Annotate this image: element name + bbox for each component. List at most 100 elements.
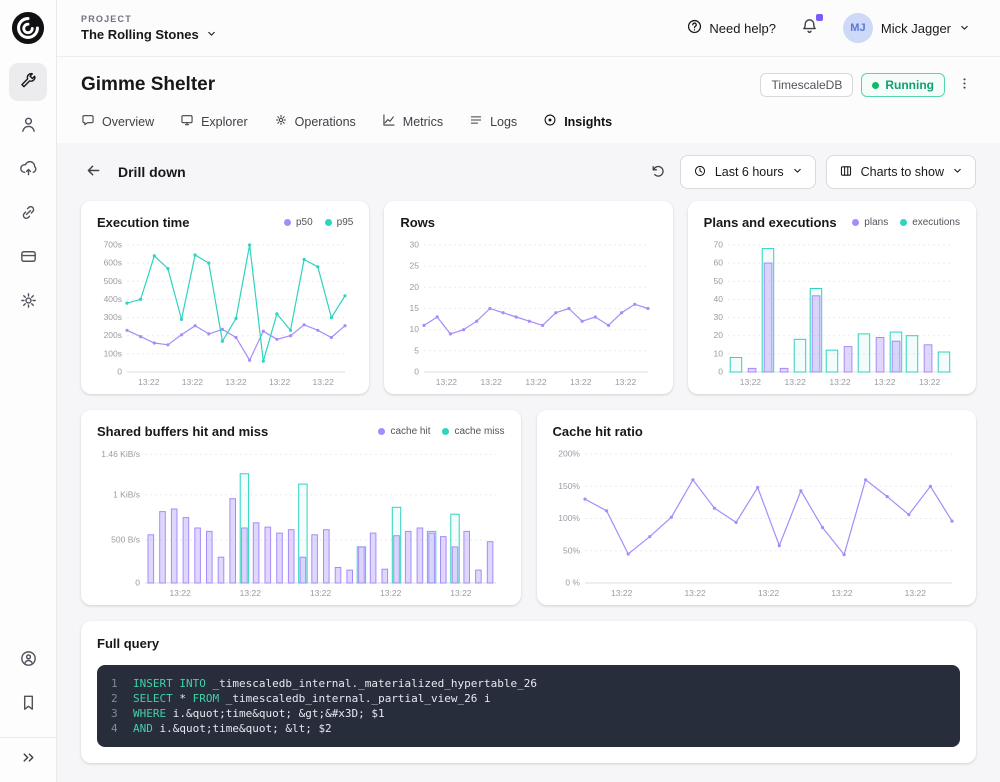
need-help-label: Need help? (709, 20, 776, 36)
svg-text:13:22: 13:22 (182, 377, 204, 387)
svg-text:13:22: 13:22 (313, 377, 335, 387)
line-chart-icon (382, 113, 396, 130)
sidebar-item-integrations[interactable] (9, 195, 47, 233)
svg-text:50: 50 (713, 276, 723, 286)
svg-text:100%: 100% (558, 513, 580, 523)
link-icon (19, 203, 38, 225)
code-line: 2 SELECT * FROM _timescaledb_internal._pa… (111, 692, 491, 705)
need-help-button[interactable]: Need help? (680, 17, 782, 39)
sidebar-item-support[interactable] (9, 641, 47, 679)
sidebar-item-bookmarks[interactable] (9, 685, 47, 723)
plans-executions-card: Plans and executions plans executions 70… (687, 201, 976, 394)
legend: cache hit cache miss (378, 424, 505, 437)
legend-item-plans[interactable]: plans (852, 217, 888, 228)
status-badge: Running (861, 73, 945, 97)
service-tabs: Overview Explorer Operations Metrics Log… (81, 113, 976, 143)
svg-text:400s: 400s (104, 294, 122, 304)
svg-text:13:22: 13:22 (481, 377, 503, 387)
service-menu-button[interactable] (953, 72, 976, 98)
user-menu[interactable]: MJ Mick Jagger (837, 12, 976, 44)
app-root: PROJECT The Rolling Stones Need help? MJ… (0, 0, 1000, 782)
chart-title: Rows (400, 215, 435, 230)
svg-text:13:22: 13:22 (611, 588, 633, 598)
svg-text:13:22: 13:22 (269, 377, 291, 387)
svg-text:500 B/s: 500 B/s (111, 535, 140, 545)
svg-text:0: 0 (415, 367, 420, 377)
tab-explorer[interactable]: Explorer (180, 113, 248, 130)
charts-to-show-select[interactable]: Charts to show (825, 155, 976, 189)
sidebar-divider (0, 737, 56, 782)
timescale-logo[interactable] (11, 11, 45, 45)
tab-overview[interactable]: Overview (81, 113, 154, 130)
svg-text:30: 30 (410, 240, 420, 250)
chevron-down-icon (959, 21, 970, 36)
timescale-logo-icon (11, 11, 45, 45)
shared-buffers-card: Shared buffers hit and miss cache hit ca… (81, 410, 521, 605)
full-query-card: Full query 1 INSERT INTO _timescaledb_int… (81, 621, 976, 763)
legend-item-cache-hit[interactable]: cache hit (378, 426, 430, 437)
svg-text:70: 70 (713, 240, 723, 250)
sidebar-expand-button[interactable] (16, 745, 41, 773)
time-range-select[interactable]: Last 6 hours (679, 155, 816, 189)
sidebar-item-settings[interactable] (9, 283, 47, 321)
kebab-icon (957, 78, 972, 94)
svg-text:13:22: 13:22 (919, 377, 941, 387)
svg-text:13:22: 13:22 (829, 377, 851, 387)
svg-text:13:22: 13:22 (684, 588, 706, 598)
code-line: 3 WHERE i.&quot;time&quot; &gt;&#x3D; $1 (111, 707, 385, 720)
notifications-button[interactable] (798, 14, 823, 41)
legend-item-p95[interactable]: p95 (324, 217, 353, 228)
execution-time-chart: 700s 600s 500s 400s 300s 200s 100s 0 13:22 13:22 1… (104, 240, 347, 387)
charts-row-1: Execution time p50 p95 700s 600s 500s 40… (81, 201, 976, 394)
legend-dot (378, 428, 386, 435)
header-actions: Need help? MJ Mick Jagger (680, 12, 976, 44)
drilldown-title: Drill down (118, 164, 186, 180)
chevrons-right-icon (20, 749, 37, 769)
service-badges: TimescaleDB Running (760, 72, 976, 98)
list-lines-icon (469, 113, 483, 130)
project-name: The Rolling Stones (81, 27, 199, 42)
chevron-down-icon (952, 165, 963, 179)
support-icon (19, 649, 38, 671)
sidebar-item-services[interactable] (9, 63, 47, 101)
svg-text:40: 40 (713, 294, 723, 304)
tab-insights[interactable]: Insights (543, 113, 612, 130)
svg-text:60: 60 (713, 258, 723, 268)
person-icon (19, 115, 38, 137)
svg-text:20: 20 (713, 330, 723, 340)
cache-hit-ratio-card: Cache hit ratio 200% 150% 100% 50% 0 % 13:22 1… (536, 410, 976, 605)
target-icon (543, 113, 557, 130)
sidebar-item-billing[interactable] (9, 239, 47, 277)
svg-text:13:22: 13:22 (225, 377, 247, 387)
svg-text:500s: 500s (104, 276, 122, 286)
legend-item-cache-miss[interactable]: cache miss (442, 426, 505, 437)
svg-text:13:22: 13:22 (450, 588, 472, 598)
execution-time-card: Execution time p50 p95 700s 600s 500s 40… (81, 201, 370, 394)
svg-text:10: 10 (713, 348, 723, 358)
question-circle-icon (686, 18, 703, 38)
svg-text:1 KiB/s: 1 KiB/s (113, 489, 140, 499)
plans-executions-chart: 70 60 50 40 30 20 10 0 13:22 13:22 13:22 13:22 13:22 (713, 240, 952, 387)
svg-text:200%: 200% (558, 449, 580, 459)
sidebar-item-people[interactable] (9, 107, 47, 145)
chart-title: Cache hit ratio (552, 424, 643, 439)
project-label: PROJECT (81, 14, 132, 24)
refresh-button[interactable] (646, 159, 670, 186)
sidebar-item-cloud[interactable] (9, 151, 47, 189)
tab-operations[interactable]: Operations (274, 113, 356, 130)
svg-text:13:22: 13:22 (310, 588, 332, 598)
tab-logs[interactable]: Logs (469, 113, 517, 130)
legend-dot (900, 219, 908, 226)
back-button[interactable] (81, 158, 106, 186)
legend-dot (442, 428, 450, 435)
charts-to-show-value: Charts to show (860, 165, 944, 179)
legend-item-p50[interactable]: p50 (283, 217, 313, 228)
tab-metrics[interactable]: Metrics (382, 113, 443, 130)
legend-item-executions[interactable]: executions (900, 217, 960, 228)
project-selector[interactable]: PROJECT The Rolling Stones (81, 14, 217, 42)
code-line: 1 INSERT INTO _timescaledb_internal._mate… (111, 677, 537, 690)
sidebar (0, 0, 57, 782)
svg-text:13:22: 13:22 (831, 588, 853, 598)
svg-text:100s: 100s (104, 348, 122, 358)
svg-text:700s: 700s (104, 240, 122, 250)
